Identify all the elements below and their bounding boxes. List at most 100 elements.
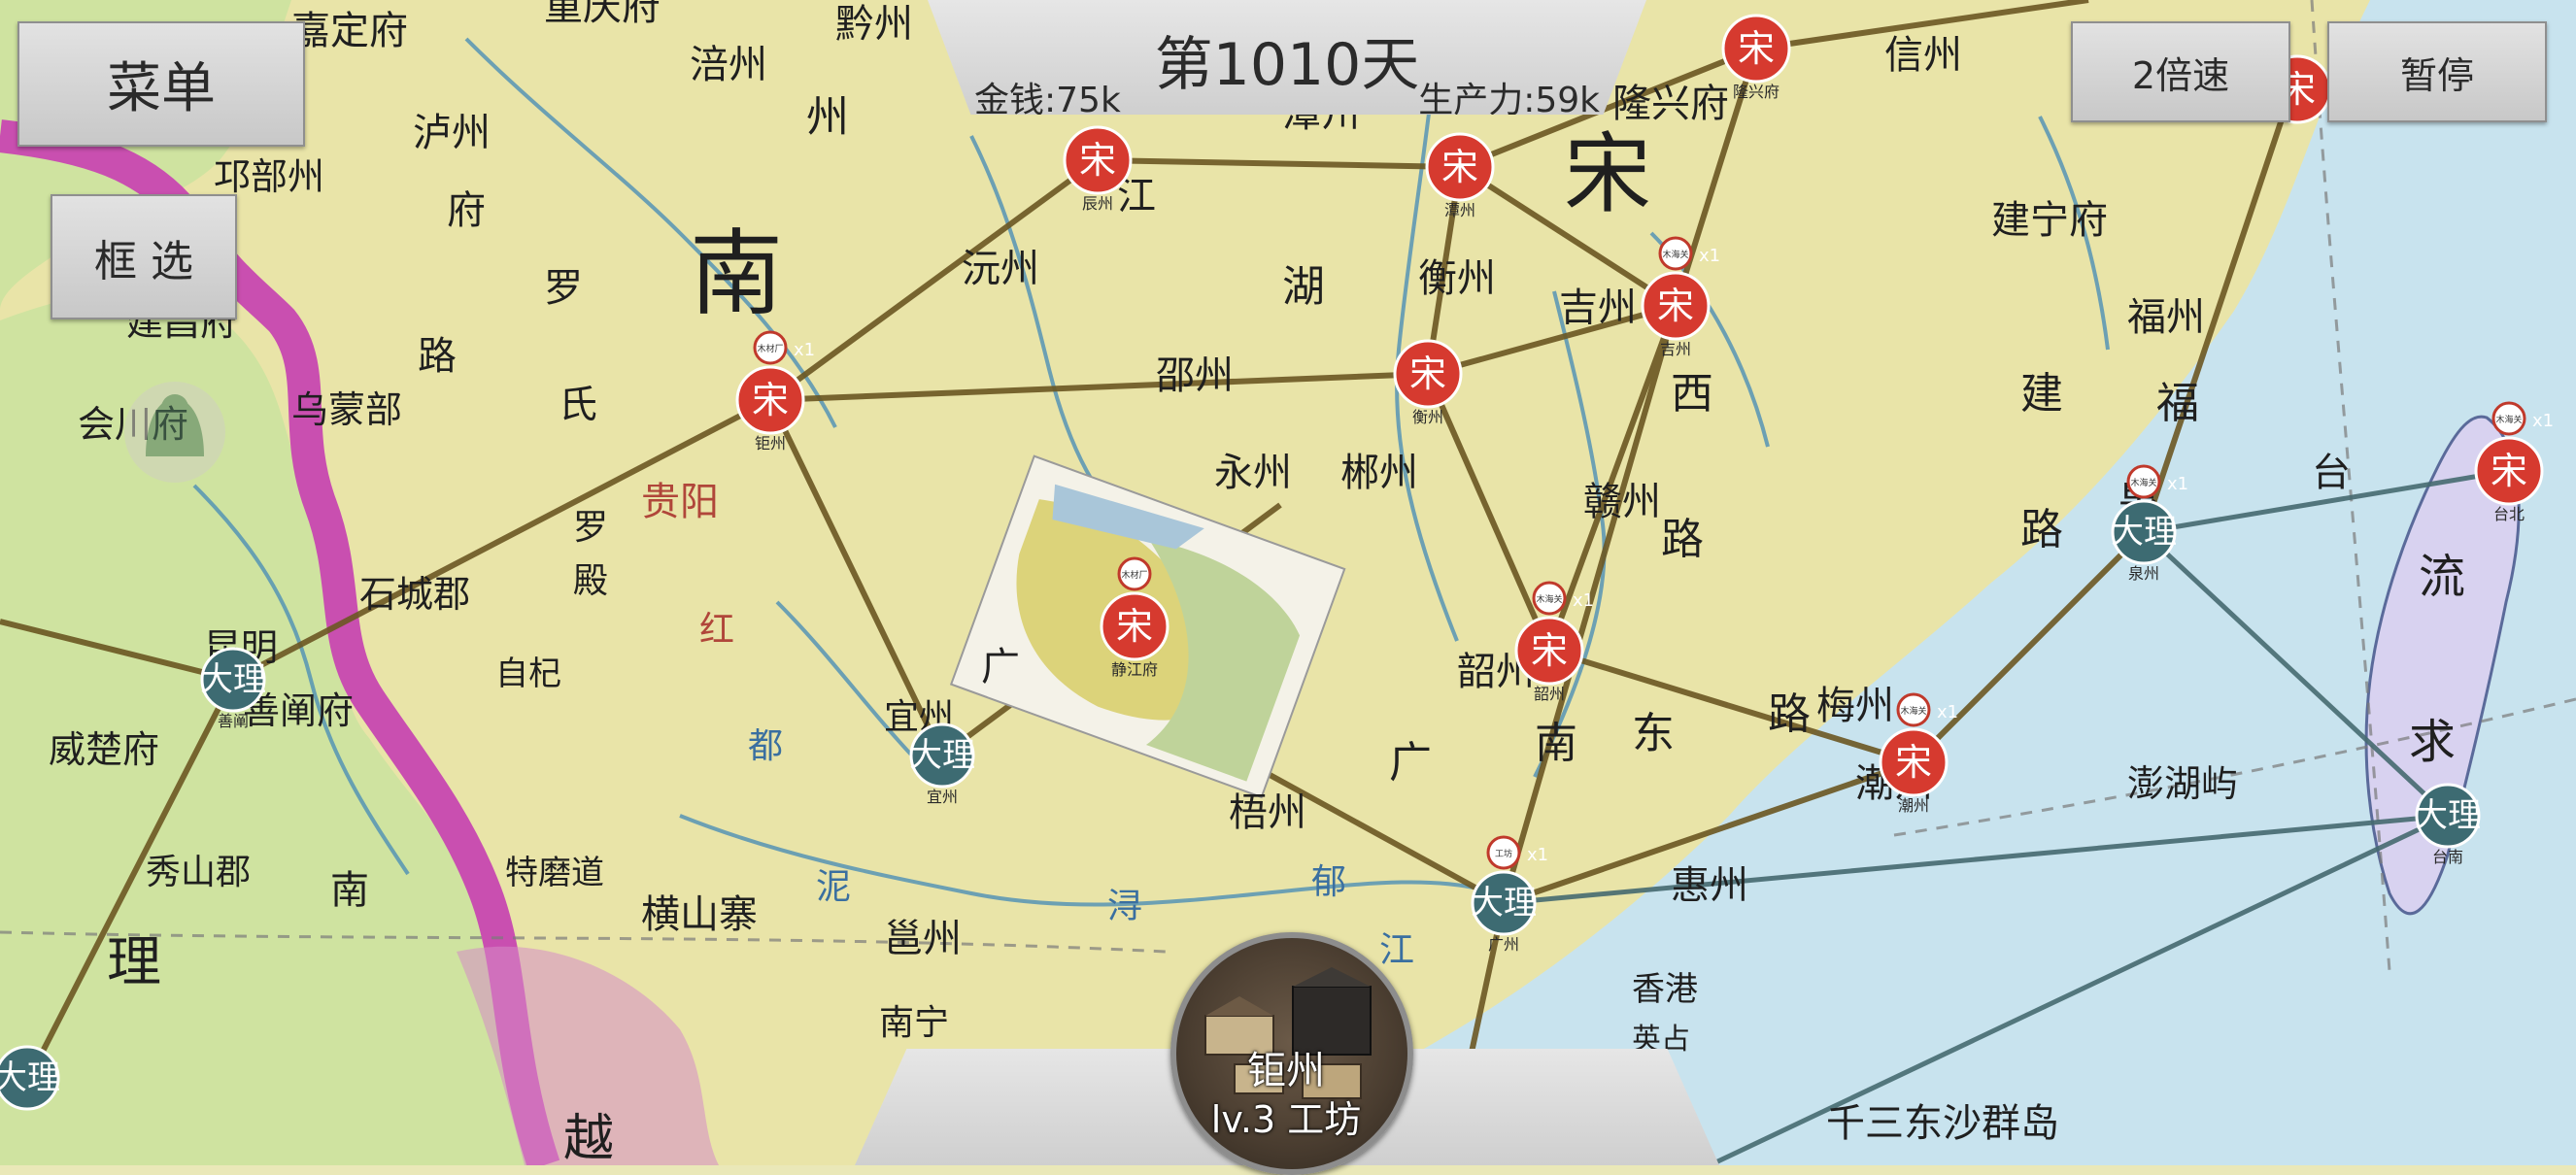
- map-label: 都: [748, 726, 783, 766]
- map-label: 台: [2312, 451, 2351, 495]
- unit-count-label: x1: [2532, 411, 2554, 431]
- resource-pin-label: 木海关: [1900, 705, 1926, 717]
- map-label: 沅州: [962, 247, 1039, 291]
- map-label: 路: [1768, 689, 1811, 739]
- map-label: 涪州: [690, 43, 767, 87]
- map-label: 秀山郡: [146, 853, 251, 892]
- map-label: 横山寨: [641, 892, 758, 937]
- map-label: 东: [1632, 709, 1675, 758]
- map-label: 特磨道: [505, 854, 604, 892]
- map-label: 路: [418, 334, 457, 379]
- resource-pin-label: 木海关: [2495, 414, 2522, 425]
- menu-button[interactable]: 菜单: [17, 21, 305, 147]
- box-select-button-label: 框 选: [94, 236, 193, 286]
- map-label: 嘉定府: [291, 9, 408, 53]
- map-label: 重庆府: [544, 0, 661, 29]
- map-label: 越: [563, 1110, 614, 1165]
- city-name-label: 潮州: [1898, 796, 1929, 815]
- city-faction-label: 大理: [2415, 796, 2481, 835]
- city-faction-label: 大理: [1471, 884, 1537, 923]
- map-label: 衡州: [1418, 256, 1496, 301]
- city-faction-label: 大理: [200, 660, 266, 699]
- map-label: 赣州: [1583, 480, 1661, 524]
- unit-marker[interactable]: [124, 382, 225, 483]
- map-label: 流: [2419, 550, 2465, 604]
- pause-button[interactable]: 暂停: [2327, 21, 2547, 122]
- city-name-label: 潭州: [1444, 201, 1475, 219]
- map-label: 乌蒙部: [291, 388, 402, 431]
- city-faction-label: 大理: [0, 1058, 60, 1097]
- map-label: 广: [981, 645, 1020, 689]
- map-label: 福: [2156, 379, 2199, 428]
- speed-button[interactable]: 2倍速: [2071, 21, 2290, 122]
- city-name-label: 辰州: [1082, 194, 1113, 213]
- map-label: 南: [330, 868, 369, 913]
- map-label: 邵州: [1156, 353, 1234, 398]
- unit-count-label: x1: [1937, 702, 1958, 722]
- resource-pin-label: 工坊: [1495, 848, 1512, 859]
- map-label: 州: [806, 92, 849, 142]
- map-label: 湖: [1282, 262, 1325, 312]
- map-label: 宋: [1564, 123, 1651, 225]
- map-label: 郴州: [1340, 451, 1418, 495]
- city-name-label: 宜州: [927, 788, 958, 806]
- map-label: 罗: [573, 508, 608, 548]
- map-label: 殿: [573, 561, 608, 601]
- map-label: 南: [690, 219, 783, 328]
- city-faction-label: 宋: [1738, 27, 1775, 70]
- map-label: 吉州: [1559, 285, 1637, 330]
- map-label: 红: [699, 610, 734, 650]
- map-label: 梧州: [1229, 790, 1306, 835]
- selected-city-name: 钜州: [1247, 1049, 1325, 1093]
- map-label: 自杞: [495, 655, 561, 693]
- map-label: 威楚府: [49, 728, 159, 771]
- map-label: 香港: [1632, 970, 1698, 1009]
- city-faction-label: 大理: [909, 736, 975, 775]
- map-label: 千三东沙群岛: [1826, 1101, 2059, 1146]
- city-faction-label: 宋: [1895, 741, 1932, 784]
- map-label: 永州: [1214, 451, 1292, 495]
- city-marker-song[interactable]: 宋隆兴府: [1721, 14, 1791, 101]
- map-label: 惠州: [1671, 863, 1748, 908]
- map-label: 泸州: [413, 111, 491, 155]
- map-label: 黔州: [835, 2, 913, 47]
- map-label: 浔: [1107, 887, 1142, 926]
- selected-city-level: lv.3 工坊: [1210, 1098, 1362, 1141]
- resource-pin-label: 木材厂: [757, 343, 783, 354]
- city-marker-dali[interactable]: 大理: [0, 1045, 60, 1111]
- city-name-label: 善阐: [218, 712, 249, 730]
- map-label: 泥: [816, 867, 851, 907]
- map-label: 隆兴府: [1612, 82, 1729, 126]
- map-label: 邕州: [884, 917, 962, 961]
- box-select-button[interactable]: 框 选: [51, 194, 237, 319]
- city-faction-label: 宋: [752, 379, 789, 421]
- city-name-label: 韶州: [1534, 685, 1565, 703]
- map-label: 路: [1661, 515, 1704, 564]
- map-label: 府: [447, 188, 486, 233]
- map-label: 理: [107, 931, 161, 994]
- map-label: 南: [1535, 719, 1577, 768]
- city-name-label: 台南: [2432, 848, 2463, 866]
- city-name-label: 广州: [1488, 935, 1519, 954]
- map-label: 建宁府: [1991, 198, 2108, 243]
- map-label: 福州: [2127, 295, 2205, 340]
- map-label: 广: [1389, 738, 1432, 788]
- map-label: 路: [2020, 505, 2063, 554]
- city-faction-label: 宋: [1441, 146, 1478, 188]
- city-faction-label: 宋: [1116, 605, 1153, 648]
- city-faction-label: 宋: [1079, 139, 1116, 182]
- map-label: 梅州: [1816, 684, 1894, 728]
- unit-count-label: x1: [1699, 246, 1720, 266]
- city-faction-label: 宋: [1657, 285, 1694, 327]
- map-label: 建: [2020, 369, 2063, 419]
- unit-count-label: x1: [1573, 590, 1594, 611]
- city-faction-label: 宋: [1531, 629, 1568, 672]
- city-name-label: 静江府: [1111, 660, 1158, 679]
- map-label: 邛部州: [214, 155, 324, 198]
- city-faction-label: 大理: [2111, 513, 2177, 552]
- city-name-label: 钜州: [755, 434, 786, 453]
- city-name-label: 隆兴府: [1733, 83, 1779, 101]
- map-label: 南宁: [879, 1003, 949, 1043]
- city-faction-label: 宋: [2491, 450, 2527, 492]
- city-name-label: 泉州: [2128, 564, 2159, 583]
